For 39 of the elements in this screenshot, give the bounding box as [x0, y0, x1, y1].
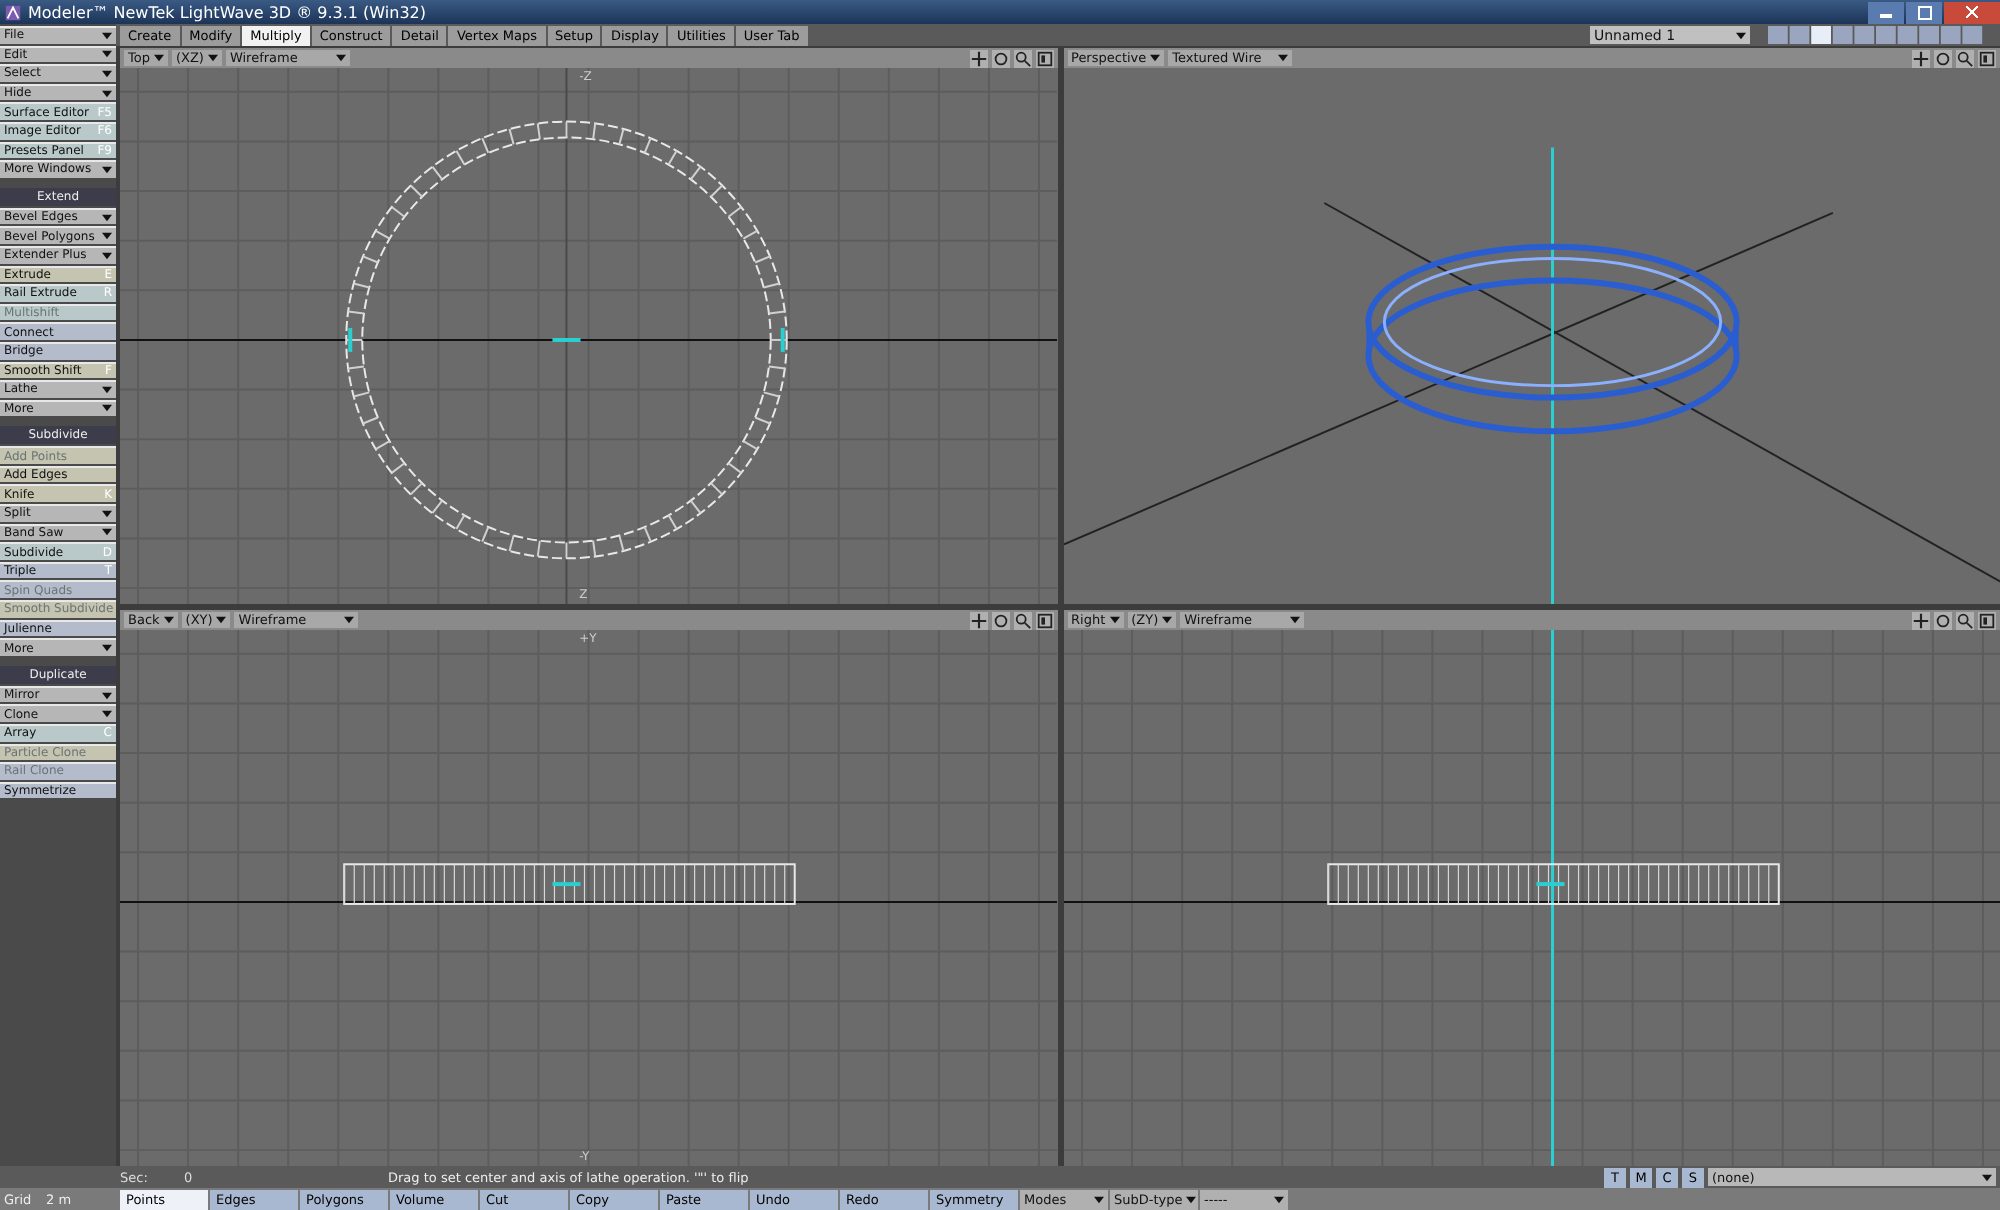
move-view-icon[interactable]	[1912, 49, 1930, 67]
caret-icon	[1274, 54, 1289, 62]
rotate-view-icon[interactable]	[1934, 49, 1952, 67]
caret-icon	[98, 165, 112, 174]
maximize-view-icon[interactable]	[1978, 49, 1996, 67]
caret-icon	[149, 54, 164, 62]
caret-icon	[1105, 616, 1120, 624]
caret-icon	[1978, 1173, 1992, 1181]
app-icon	[4, 3, 22, 21]
move-view-icon[interactable]	[969, 49, 987, 67]
maximize-view-icon[interactable]	[1035, 49, 1053, 67]
maximize-view-icon[interactable]	[1978, 611, 1996, 629]
close-button[interactable]	[1944, 1, 2000, 23]
caret-icon	[1732, 31, 1746, 39]
rotate-view-icon[interactable]	[1934, 611, 1952, 629]
zoom-icon[interactable]	[1013, 49, 1031, 67]
caret-icon	[1270, 1195, 1284, 1203]
minimize-button[interactable]	[1868, 1, 1904, 23]
zoom-icon[interactable]	[1956, 49, 1974, 67]
caret-icon	[203, 54, 218, 62]
caret-icon	[331, 54, 346, 62]
move-view-icon[interactable]	[969, 611, 987, 629]
caret-icon	[98, 644, 112, 653]
caret-icon	[159, 616, 174, 624]
caret-icon	[212, 616, 227, 624]
caret-icon	[1146, 54, 1161, 62]
move-view-icon[interactable]	[1912, 611, 1930, 629]
caret-icon	[1286, 616, 1301, 624]
zoom-icon[interactable]	[1956, 611, 1974, 629]
rotate-view-icon[interactable]	[991, 611, 1009, 629]
maximize-view-icon[interactable]	[1035, 611, 1053, 629]
caret-icon	[1182, 1195, 1197, 1203]
caret-icon	[1090, 1195, 1104, 1203]
caret-icon	[340, 616, 355, 624]
window-title: Modeler™ NewTek LightWave 3D ® 9.3.1 (Win32)	[28, 3, 426, 21]
rotate-view-icon[interactable]	[991, 49, 1009, 67]
caret-icon	[1158, 616, 1173, 624]
zoom-icon[interactable]	[1013, 611, 1031, 629]
maximize-button[interactable]	[1906, 1, 1942, 23]
